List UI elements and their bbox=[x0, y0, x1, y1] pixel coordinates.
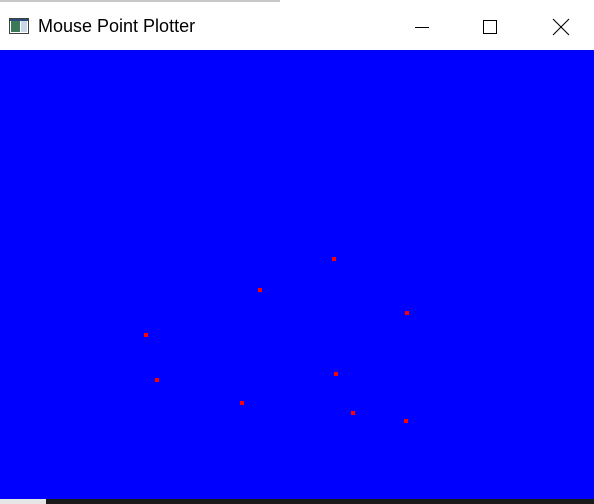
plotted-point bbox=[332, 257, 336, 261]
app-window-icon bbox=[9, 18, 29, 34]
plot-canvas[interactable] bbox=[0, 50, 594, 499]
plotted-point bbox=[240, 401, 244, 405]
title-bar[interactable]: Mouse Point Plotter bbox=[0, 2, 594, 50]
window-bottom-edge-left bbox=[0, 499, 46, 504]
window-bottom-edge bbox=[46, 499, 594, 504]
close-icon bbox=[552, 18, 570, 36]
app-window: Mouse Point Plotter bbox=[0, 0, 594, 504]
plotted-point bbox=[258, 288, 262, 292]
maximize-button[interactable] bbox=[467, 4, 513, 50]
plotted-point bbox=[404, 419, 408, 423]
minimize-icon bbox=[415, 27, 429, 28]
plotted-point bbox=[351, 411, 355, 415]
plotted-point bbox=[144, 333, 148, 337]
minimize-button[interactable] bbox=[399, 4, 445, 50]
plotted-point bbox=[405, 311, 409, 315]
plotted-point bbox=[334, 372, 338, 376]
window-title: Mouse Point Plotter bbox=[38, 16, 196, 36]
close-button[interactable] bbox=[538, 4, 584, 50]
maximize-icon bbox=[483, 20, 497, 34]
plotted-point bbox=[155, 378, 159, 382]
